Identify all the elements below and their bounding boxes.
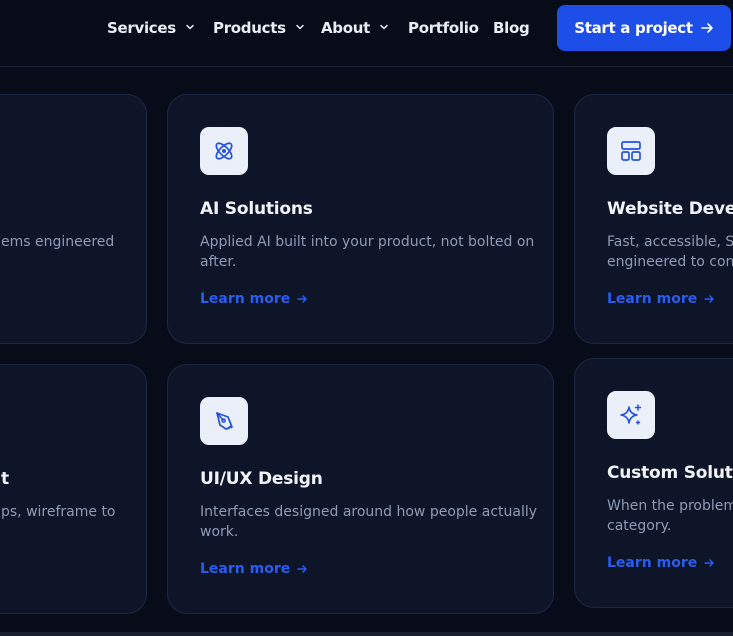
service-card-partial-left-top[interactable]: ems engineered bbox=[0, 94, 147, 344]
card-description-line-1: Applied AI built into your product, not … bbox=[200, 234, 535, 250]
nav-about-label: About bbox=[321, 19, 371, 37]
nav-about[interactable]: About bbox=[321, 18, 389, 38]
top-navigation: Services Products About Portfolio Blog S… bbox=[0, 0, 733, 67]
card-description-line-2: after. bbox=[200, 254, 237, 270]
card-title: Website Develo bbox=[607, 199, 733, 219]
atom-icon bbox=[200, 127, 248, 175]
arrow-right-icon bbox=[704, 295, 714, 303]
nav-products[interactable]: Products bbox=[213, 18, 305, 38]
page-bottom-divider bbox=[0, 632, 733, 636]
card-description-line-2: work. bbox=[200, 524, 239, 540]
service-card-website-development[interactable]: Website Develo Fast, accessible, SE engi… bbox=[574, 94, 733, 344]
learn-more-label: Learn more bbox=[607, 291, 698, 307]
start-project-button[interactable]: Start a project bbox=[557, 5, 731, 51]
nav-blog[interactable]: Blog bbox=[493, 18, 530, 38]
nav-portfolio-label: Portfolio bbox=[408, 19, 479, 37]
service-card-custom-solutions[interactable]: Custom Solutio When the problem category… bbox=[574, 358, 733, 608]
layout-icon bbox=[607, 127, 655, 175]
nav-blog-label: Blog bbox=[493, 19, 530, 37]
pen-tool-icon bbox=[200, 397, 248, 445]
learn-more-link[interactable]: Learn more bbox=[607, 291, 715, 307]
learn-more-link[interactable]: Learn more bbox=[200, 561, 308, 577]
card-description: ems engineered bbox=[1, 234, 115, 250]
arrow-right-icon bbox=[297, 295, 307, 303]
learn-more-link[interactable]: Learn more bbox=[200, 291, 308, 307]
card-description-line-2: category. bbox=[607, 518, 672, 534]
start-project-label: Start a project bbox=[574, 19, 693, 37]
arrow-right-icon bbox=[704, 559, 714, 567]
arrow-right-icon bbox=[297, 565, 307, 573]
chevron-down-icon bbox=[295, 24, 304, 30]
service-card-ui-ux-design[interactable]: UI/UX Design Interfaces designed around … bbox=[167, 364, 554, 614]
learn-more-label: Learn more bbox=[607, 555, 698, 571]
card-description-line-2: engineered to conv bbox=[607, 254, 733, 270]
card-title: Custom Solutio bbox=[607, 463, 733, 483]
arrow-right-icon bbox=[700, 23, 713, 33]
nav-services[interactable]: Services bbox=[107, 18, 195, 38]
page: Services Products About Portfolio Blog S… bbox=[0, 0, 733, 636]
service-card-partial-left-bottom[interactable]: t ps, wireframe to bbox=[0, 364, 147, 614]
card-description-line-1: Interfaces designed around how people ac… bbox=[200, 504, 538, 520]
card-description-line-1: When the problem bbox=[607, 498, 733, 514]
card-title: UI/UX Design bbox=[200, 469, 323, 489]
nav-portfolio[interactable]: Portfolio bbox=[408, 18, 479, 38]
sparkles-icon bbox=[607, 391, 655, 439]
learn-more-label: Learn more bbox=[200, 561, 291, 577]
card-title: t bbox=[1, 469, 9, 489]
service-card-ai-solutions[interactable]: AI Solutions Applied AI built into your … bbox=[167, 94, 554, 344]
chevron-down-icon bbox=[380, 24, 388, 30]
learn-more-link[interactable]: Learn more bbox=[607, 555, 715, 571]
learn-more-label: Learn more bbox=[200, 291, 291, 307]
nav-services-label: Services bbox=[107, 19, 176, 37]
card-title: AI Solutions bbox=[200, 199, 313, 219]
chevron-down-icon bbox=[186, 24, 194, 30]
card-description-line-1: Fast, accessible, SE bbox=[607, 234, 733, 250]
card-description: ps, wireframe to bbox=[1, 504, 116, 520]
nav-products-label: Products bbox=[213, 19, 286, 37]
